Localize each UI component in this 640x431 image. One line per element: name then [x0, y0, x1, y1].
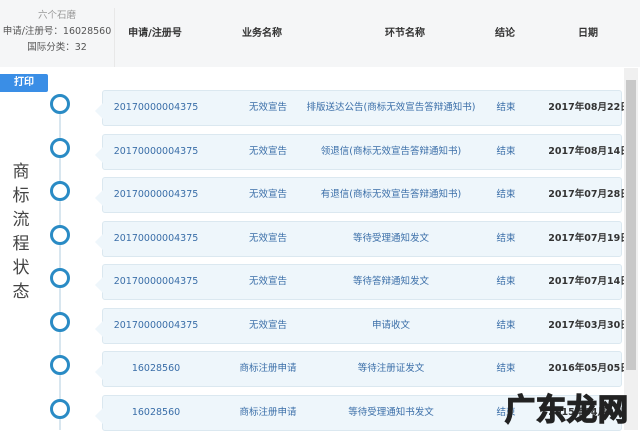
watermark: 广东龙网: [504, 392, 629, 429]
timeline-dot: [50, 94, 70, 114]
table-row: 20170000004375 无效宣告 有退信(商标无效宣告答辩通知书) 结束 2017…: [95, 177, 630, 213]
cell-res: 结束: [496, 363, 516, 374]
cell-no: 20170000004375: [113, 319, 199, 331]
cell-date: 2017年07月14日: [548, 276, 630, 287]
cell-biz: 无效宣告: [248, 276, 287, 287]
cell-biz: 无效宣告: [248, 189, 287, 200]
timeline-dot: [50, 224, 70, 245]
cell-date: 2017年07月28日: [548, 189, 630, 200]
cell-date: 2016年05月05日: [548, 363, 630, 374]
timeline-dot: [50, 137, 70, 158]
international-class: 国际分类：32: [27, 42, 87, 53]
cell-step: 等待受理通知书发文: [348, 406, 434, 418]
cell-res: 结束: [496, 276, 516, 287]
process-status-label: 商 标 流 程 状 态: [12, 160, 30, 304]
label-char: 程: [12, 234, 30, 254]
column-header-step: 环节名称: [385, 28, 425, 39]
scrollbar-thumb[interactable]: [626, 80, 636, 370]
cell-biz: 商标注册申请: [239, 406, 297, 418]
trademark-info: 六个石磨 申请/注册号：16028560 国际分类：32: [0, 8, 115, 67]
cell-step: 等待答辩通知发文: [352, 276, 429, 287]
table-row: 20170000004375 无效宣告 领退信(商标无效宣告答辩通知书) 结束 2017…: [95, 133, 630, 170]
column-header-business: 业务名称: [242, 28, 282, 39]
cell-res: 结束: [496, 102, 516, 113]
cell-step: 排版送达公告(商标无效宣告答辩通知书): [306, 102, 476, 113]
table-row: 16028560 商标注册申请 等待注册证发文 结束 2016年05月05日: [95, 351, 630, 387]
table-row: 20170000004375 无效宣告 申请收文 结束 2017年03月30日: [95, 307, 630, 344]
cell-step: 领退信(商标无效宣告答辩通知书): [320, 145, 462, 157]
timeline-dot: [50, 268, 70, 288]
label-char: 流: [12, 210, 30, 230]
table-row: 20170000004375 无效宣告 排版送达公告(商标无效宣告答辩通知书) 结束 2…: [95, 90, 630, 126]
cell-no: 20170000004375: [113, 102, 199, 113]
cell-biz: 无效宣告: [248, 145, 287, 157]
timeline-dot: [50, 355, 70, 375]
cell-no: 20170000004375: [113, 232, 199, 244]
table-row: 20170000004375 无效宣告 等待受理通知发文 结束 2017年07月19日: [95, 220, 630, 257]
table-row: 20170000004375 无效宣告 等待答辩通知发文 结束 2017年07月14日: [95, 264, 630, 300]
label-char: 商: [12, 162, 30, 182]
cell-biz: 无效宣告: [248, 319, 287, 331]
cell-date: 2017年08月14日: [548, 145, 630, 157]
cell-no: 20170000004375: [113, 189, 199, 200]
label-char: 标: [12, 186, 30, 206]
cell-res: 结束: [496, 145, 516, 157]
cell-res: 结束: [496, 319, 516, 331]
column-header-number: 申请/注册号: [128, 28, 182, 39]
cell-step: 等待注册证发文: [357, 363, 425, 374]
cell-biz: 无效宣告: [248, 232, 287, 244]
cell-date: 2017年07月19日: [548, 232, 630, 244]
cell-step: 申请收文: [371, 319, 410, 331]
label-char: 态: [12, 282, 30, 302]
cell-no: 16028560: [131, 406, 181, 418]
cell-step: 等待受理通知发文: [352, 232, 429, 244]
column-header-result: 结论: [495, 28, 515, 39]
cell-res: 结束: [496, 232, 516, 244]
cell-date: 2017年08月22日: [548, 102, 630, 113]
cell-no: 20170000004375: [113, 276, 199, 287]
timeline-dot: [50, 311, 70, 332]
cell-step: 有退信(商标无效宣告答辩通知书): [320, 189, 462, 200]
column-header-date: 日期: [578, 28, 598, 39]
cell-no: 20170000004375: [113, 145, 199, 157]
header: 六个石磨 申请/注册号：16028560 国际分类：32 申请/注册号 业务名称…: [0, 0, 640, 67]
cell-biz: 无效宣告: [248, 102, 287, 113]
cell-res: 结束: [496, 189, 516, 200]
label-char: 状: [12, 258, 30, 278]
timeline-dot: [50, 398, 70, 419]
cell-date: 2017年03月30日: [548, 319, 630, 331]
registration-number: 申请/注册号：16028560: [2, 26, 112, 37]
print-button[interactable]: 打印: [0, 74, 48, 92]
timeline-dot: [50, 181, 70, 201]
trademark-name: 六个石磨: [37, 10, 76, 21]
cell-biz: 商标注册申请: [239, 363, 297, 374]
cell-no: 16028560: [131, 363, 181, 374]
